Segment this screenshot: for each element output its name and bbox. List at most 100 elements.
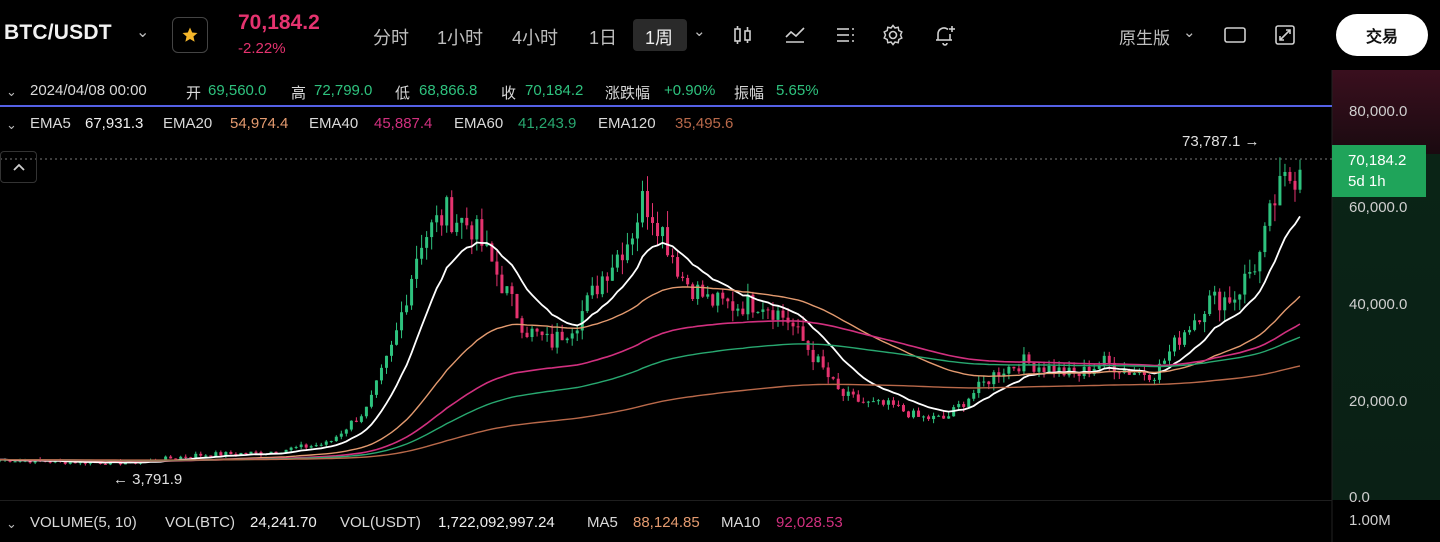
candle-body (169, 456, 173, 459)
candle-body (811, 349, 815, 363)
ema120-value: 35,495.6 (675, 115, 734, 132)
candle-body (992, 372, 996, 385)
candle-body (997, 372, 1001, 376)
candle-body (480, 219, 484, 246)
candle-body (520, 318, 524, 333)
candle-body (550, 333, 554, 348)
candle-body (48, 461, 52, 463)
amplitude-label: 振幅 (734, 85, 765, 102)
candle-body (374, 380, 378, 395)
candle-body (756, 311, 760, 313)
candle-body (565, 338, 569, 341)
candle-body (1263, 225, 1267, 253)
candle-body (932, 415, 936, 420)
candle-body (545, 333, 549, 336)
candle-body (711, 294, 715, 306)
volume-collapse-chevron-icon[interactable]: ⌄ (6, 516, 17, 532)
collapse-chevron-icon[interactable]: ⌄ (6, 84, 17, 100)
candle-body (706, 294, 710, 297)
candle-body (967, 398, 971, 407)
candle-body (1117, 372, 1121, 374)
candle-body (289, 447, 293, 450)
candle-body (359, 416, 363, 422)
low-marker: ← 3,791.9 (113, 471, 182, 488)
candle-body (364, 406, 368, 417)
candle-body (635, 222, 639, 239)
candle-body (1288, 171, 1292, 181)
high-value: 72,799.0 (314, 82, 373, 99)
collapse-indicators-button[interactable] (0, 151, 37, 183)
candle-body (465, 217, 469, 226)
ema40-line (0, 320, 1301, 462)
candle-body (640, 191, 644, 223)
candle-body (791, 322, 795, 327)
candle-body (249, 451, 253, 454)
candle-body (1007, 366, 1011, 374)
candle-body (349, 420, 353, 430)
candle-body (681, 276, 685, 278)
ema-collapse-chevron-icon[interactable]: ⌄ (6, 117, 17, 133)
candle-body (671, 255, 675, 258)
candle-body (701, 284, 705, 297)
candle-body (395, 330, 399, 345)
candle-body (721, 292, 725, 299)
candle-body (384, 355, 388, 368)
candle-body (610, 267, 614, 281)
candle-body (535, 328, 539, 332)
candle-body (319, 444, 323, 446)
candle-body (1248, 272, 1252, 274)
candle-body (866, 401, 870, 403)
candle-body (1238, 294, 1242, 300)
y-tick-60000: 60,000.0 (1349, 199, 1408, 216)
candle-body (420, 247, 424, 259)
candle-body (781, 310, 785, 318)
candle-body (103, 463, 107, 465)
candle-body (304, 444, 308, 448)
candle-body (595, 285, 599, 295)
candle-body (184, 456, 188, 458)
candle-body (615, 254, 619, 268)
candle-body (771, 310, 775, 320)
candle-body (1037, 367, 1041, 372)
amplitude-value: 5.65% (776, 82, 819, 99)
candle-body (1173, 337, 1177, 352)
candle-body (1198, 320, 1202, 323)
candle-body (937, 415, 941, 417)
candle-body (430, 222, 434, 238)
current-price-tag-value: 70,184.2 (1348, 152, 1407, 169)
price-axis[interactable]: 80,000.0 60,000.0 40,000.0 20,000.0 0.0 … (1332, 70, 1440, 542)
candle-body (1032, 362, 1036, 372)
candle-body (1022, 354, 1026, 372)
candle-body (861, 401, 865, 403)
candle-body (450, 197, 454, 233)
candle-body (435, 215, 439, 223)
candle-body (505, 286, 509, 294)
candle-body (405, 305, 409, 313)
candle-body (605, 276, 609, 281)
candle-body (455, 222, 459, 233)
candle-body (194, 453, 198, 458)
candle-body (922, 416, 926, 418)
candle-body (500, 274, 504, 294)
candle-body (1193, 320, 1197, 330)
candle-body (957, 404, 961, 408)
candle-body (746, 294, 750, 315)
candle-body (1162, 360, 1166, 364)
ma5-label: MA5 (587, 514, 618, 531)
candle-body (369, 394, 373, 407)
ema20-label: EMA20 (163, 115, 213, 132)
candle-body (871, 401, 875, 403)
ma10-label: MA10 (721, 514, 761, 531)
candle-body (1017, 368, 1021, 372)
candle-body (1258, 252, 1262, 272)
candle-body (219, 452, 223, 456)
candle-body (555, 331, 559, 348)
candle-body (354, 420, 358, 422)
candle-body (947, 416, 951, 419)
volume-separator (0, 500, 1332, 501)
candle-body (912, 410, 916, 418)
candle-body (1268, 203, 1272, 226)
ma5-value: 88,124.85 (633, 514, 700, 531)
candle-body (962, 404, 966, 407)
candle-body (410, 278, 414, 306)
